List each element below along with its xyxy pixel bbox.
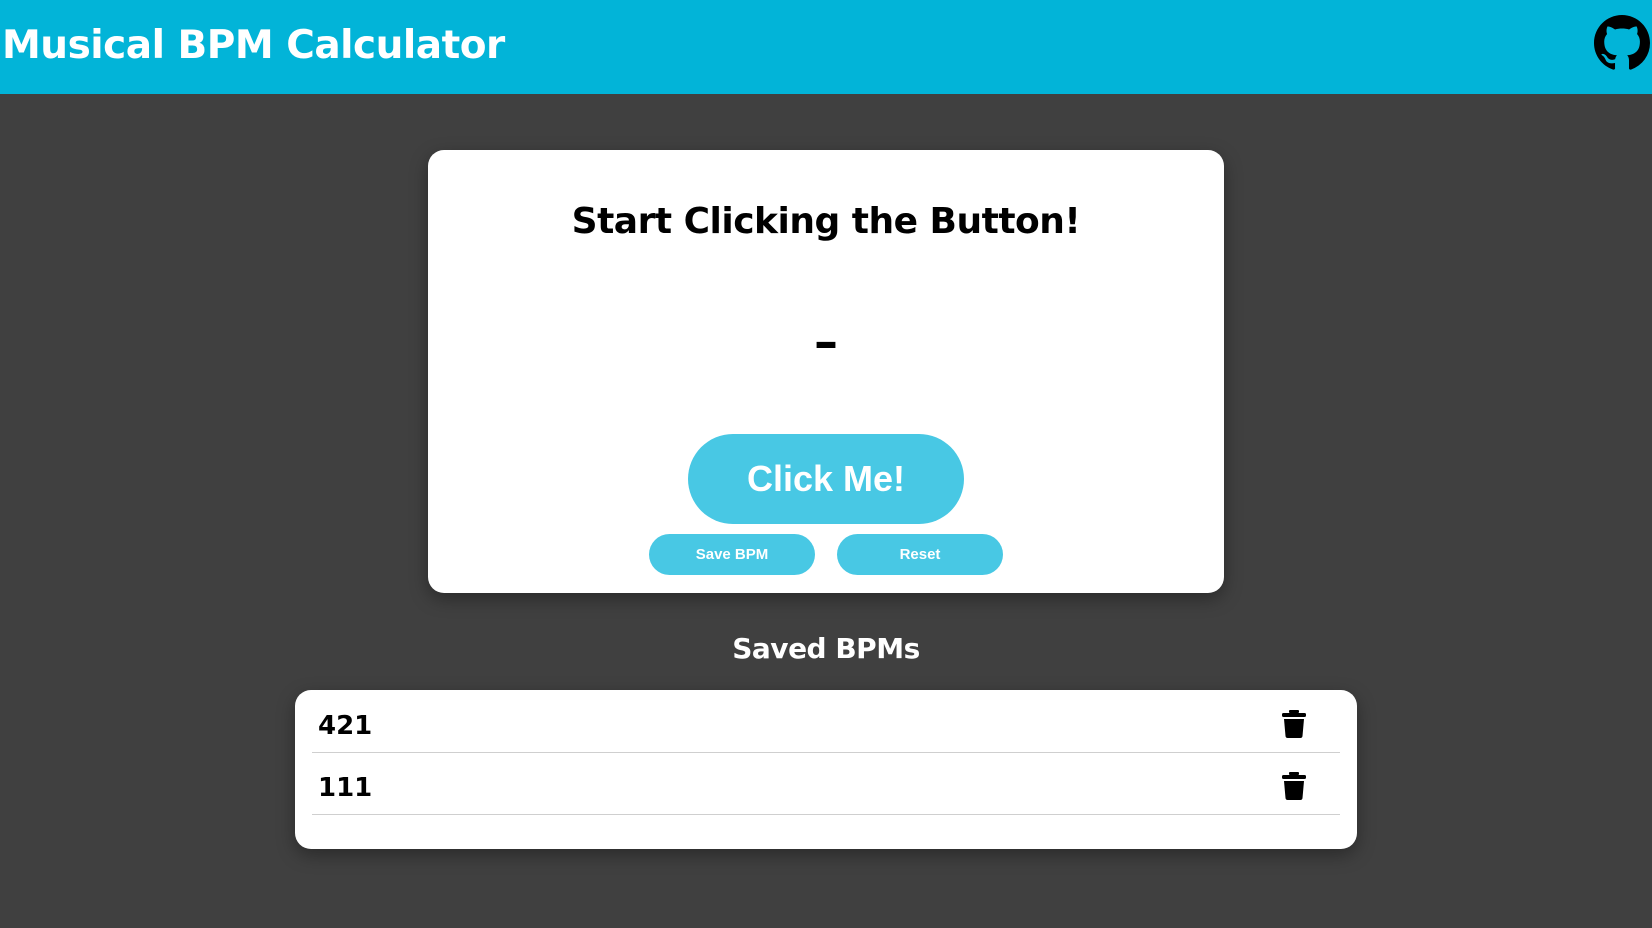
- saved-bpm-value: 421: [318, 711, 373, 741]
- trash-icon[interactable]: [1282, 710, 1306, 738]
- calculator-heading: Start Clicking the Button!: [571, 201, 1081, 242]
- calculator-card: Start Clicking the Button! – Click Me! S…: [428, 150, 1224, 593]
- reset-button[interactable]: Reset: [837, 534, 1003, 575]
- save-bpm-button[interactable]: Save BPM: [649, 534, 815, 575]
- app-header: Musical BPM Calculator: [0, 0, 1652, 94]
- trash-icon[interactable]: [1282, 772, 1306, 800]
- saved-bpms-heading: Saved BPMs: [732, 632, 920, 665]
- app-title: Musical BPM Calculator: [2, 23, 505, 68]
- click-me-button[interactable]: Click Me!: [688, 434, 964, 524]
- bpm-display: –: [814, 314, 838, 370]
- saved-bpms-list: 421 111: [295, 690, 1357, 849]
- github-icon[interactable]: [1594, 15, 1650, 71]
- list-item: 111: [312, 752, 1340, 815]
- list-item: 421: [312, 690, 1340, 753]
- saved-bpm-value: 111: [318, 773, 373, 803]
